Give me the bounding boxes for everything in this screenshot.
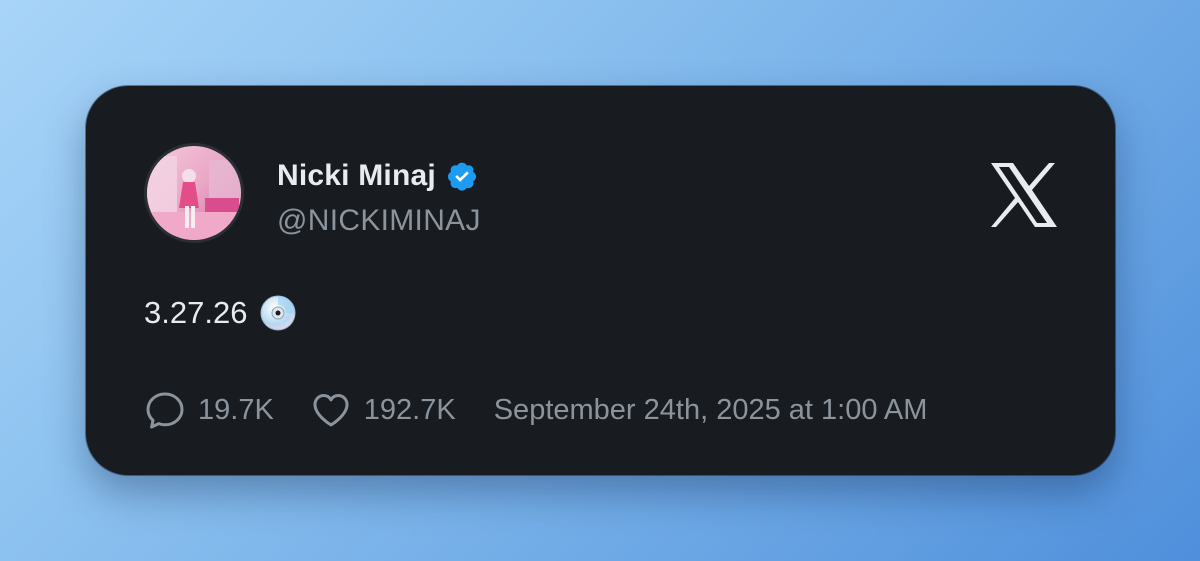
x-logo-icon[interactable] <box>991 163 1057 227</box>
reply-stat[interactable]: 19.7K <box>144 389 274 431</box>
tweet-footer: 19.7K 192.7K September 24th, 2025 at 1:0… <box>144 390 927 430</box>
avatar[interactable] <box>144 143 244 243</box>
reply-count: 19.7K <box>198 393 274 426</box>
heart-icon <box>313 394 349 427</box>
speech-bubble-icon <box>146 392 184 429</box>
tweet-body: 3.27.26 <box>144 295 248 330</box>
tweet-card: Nicki Minaj @NICKIMINAJ 3.27.26 19.7K 19… <box>86 86 1115 475</box>
user-handle[interactable]: @NICKIMINAJ <box>277 204 481 238</box>
avatar-image <box>147 146 241 240</box>
author-name-row: Nicki Minaj <box>277 156 478 196</box>
tweet-text: 3.27.26 <box>144 294 297 332</box>
like-count: 192.7K <box>363 393 456 426</box>
optical-disc-icon <box>259 294 297 332</box>
display-name[interactable]: Nicki Minaj <box>277 159 436 193</box>
tweet-timestamp[interactable]: September 24th, 2025 at 1:00 AM <box>494 394 928 427</box>
verified-badge-icon <box>446 160 478 192</box>
like-stat[interactable]: 192.7K <box>310 389 456 431</box>
